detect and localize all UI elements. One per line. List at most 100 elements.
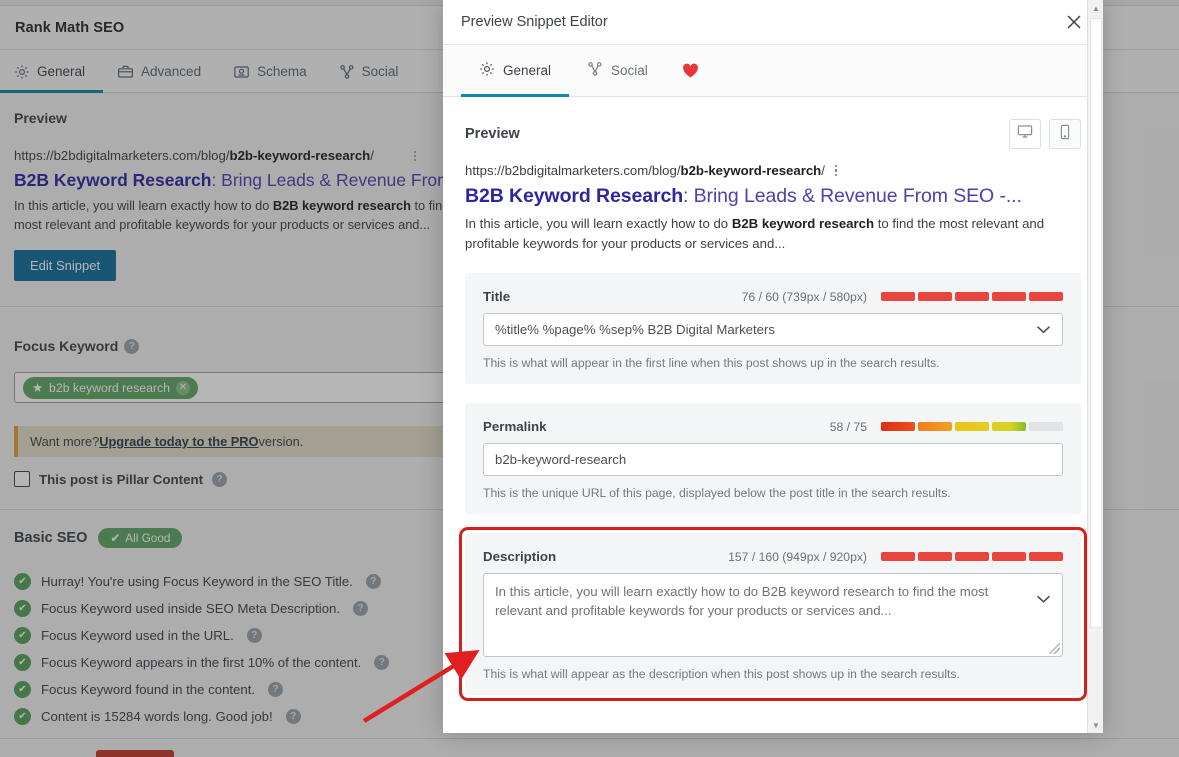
permalink-field-card: Permalink 58 / 75 b2b-keyword-research T…: [465, 403, 1081, 514]
bg-url-prefix: https://b2bdigitalmarketers.com/blog/: [14, 148, 230, 163]
scrollbar-thumb[interactable]: [1090, 18, 1102, 628]
focus-keyword-label-text: Focus Keyword: [14, 338, 119, 354]
pro-notice-suffix: version.: [258, 434, 304, 449]
help-icon[interactable]: ?: [365, 574, 381, 589]
close-icon[interactable]: [1061, 9, 1087, 35]
snippet-url-text: https://b2bdigitalmarketers.com/blog/b2b…: [465, 163, 825, 178]
tab-general[interactable]: General: [461, 45, 570, 97]
bg-desc-part1: In this article, you will learn exactly …: [14, 198, 273, 213]
title-field-meta: 76 / 60 (739px / 580px): [742, 290, 1063, 304]
edit-snippet-button[interactable]: Edit Snippet: [14, 250, 117, 281]
monitor-icon: [1017, 124, 1033, 144]
permalink-field-header: Permalink 58 / 75: [483, 419, 1063, 434]
bg-snippet-title: B2B Keyword Research: Bring Leads & Reve…: [14, 170, 494, 191]
desktop-preview-button[interactable]: [1009, 119, 1041, 149]
modal-scrollbar[interactable]: ▲ ▼: [1087, 0, 1103, 733]
bottom-partial-button[interactable]: [96, 750, 174, 757]
snippet-url-suffix: /: [821, 163, 825, 178]
permalink-char-counter: 58 / 75: [829, 419, 867, 434]
list-item: ✔ Content is 15284 words long. Good job!…: [14, 703, 454, 730]
panel-tab-label: Social: [361, 64, 399, 79]
list-item: ✔ Focus Keyword used in the URL. ?: [14, 622, 454, 649]
tab-social[interactable]: Social: [569, 45, 666, 96]
snippet-title: B2B Keyword Research: Bring Leads & Reve…: [465, 185, 1081, 208]
help-icon[interactable]: ?: [124, 338, 140, 354]
permalink-input[interactable]: b2b-keyword-research: [483, 443, 1063, 476]
heart-icon[interactable]: [666, 45, 715, 96]
modal-tab-bar: General Social: [443, 45, 1103, 97]
title-input[interactable]: %title% %page% %sep% B2B Digital Markete…: [483, 313, 1063, 346]
gear-icon: [479, 61, 495, 80]
title-field-label: Title: [483, 289, 511, 304]
list-item: ✔ Focus Keyword used inside SEO Meta Des…: [14, 595, 454, 622]
description-field-meta: 157 / 160 (949px / 920px): [728, 550, 1063, 564]
check-circle-icon: ✔: [14, 654, 31, 671]
panel-tab-label: General: [37, 64, 86, 79]
bg-kebab-menu-icon[interactable]: [408, 147, 422, 165]
bg-snippet-title-keyword: B2B Keyword Research: [14, 170, 212, 190]
basic-seo-header: Basic SEO ✔ All Good: [14, 528, 183, 548]
description-textarea-value: In this article, you will learn exactly …: [495, 584, 989, 618]
bg-desc-keyword: B2B keyword research: [272, 198, 411, 213]
basic-seo-label: Basic SEO: [14, 530, 88, 546]
check-circle-icon: ✔: [14, 708, 31, 725]
tab-label: General: [503, 63, 552, 78]
list-item-label: Hurray! You're using Focus Keyword in th…: [41, 574, 353, 589]
basic-seo-checklist: ✔ Hurray! You're using Focus Keyword in …: [14, 568, 454, 730]
panel-tab-general[interactable]: General: [0, 51, 104, 93]
list-item-label: Focus Keyword found in the content.: [41, 682, 256, 697]
permalink-input-value: b2b-keyword-research: [495, 452, 627, 467]
help-icon[interactable]: ?: [353, 601, 369, 616]
pro-upgrade-link[interactable]: Upgrade today to the PRO: [99, 434, 258, 449]
bg-url-slug: b2b-keyword-research: [229, 148, 371, 163]
chevron-down-icon[interactable]: [1036, 322, 1051, 337]
schema-icon: [233, 64, 250, 80]
bg-snippet-description: In this article, you will learn exactly …: [14, 196, 484, 234]
title-score-bar: [881, 292, 1063, 301]
list-item: ✔ Focus Keyword found in the content. ?: [14, 676, 454, 703]
mobile-preview-button[interactable]: [1049, 119, 1081, 149]
snippet-url-slug: b2b-keyword-research: [680, 163, 822, 178]
list-item-label: Content is 15284 words long. Good job!: [41, 709, 273, 724]
help-icon[interactable]: ?: [268, 682, 284, 697]
check-circle-icon: ✔: [14, 627, 31, 644]
check-icon: ✔: [110, 531, 121, 545]
pillar-content-checkbox[interactable]: [14, 471, 30, 487]
device-toggle-group: [1009, 119, 1081, 149]
help-icon[interactable]: ?: [212, 471, 228, 487]
panel-tab-advanced[interactable]: Advanced: [103, 51, 219, 92]
help-icon[interactable]: ?: [285, 709, 301, 724]
remove-keyword-icon[interactable]: ✕: [176, 381, 191, 395]
kebab-menu-icon[interactable]: [834, 164, 838, 177]
panel-tab-schema[interactable]: Schema: [219, 51, 325, 92]
help-icon[interactable]: ?: [374, 655, 390, 670]
share-nodes-icon: [587, 61, 603, 80]
panel-tab-social[interactable]: Social: [325, 51, 417, 92]
permalink-field-meta: 58 / 75: [830, 420, 1063, 434]
help-icon[interactable]: ?: [246, 628, 262, 643]
permalink-field-label: Permalink: [483, 419, 547, 434]
check-circle-icon: ✔: [14, 573, 31, 590]
preview-heading: Preview: [465, 126, 520, 142]
share-nodes-icon: [339, 64, 355, 80]
resize-handle-icon[interactable]: [1049, 643, 1060, 654]
description-field-label: Description: [483, 549, 557, 564]
pillar-content-row[interactable]: This post is Pillar Content ?: [14, 471, 228, 487]
title-char-counter: 76 / 60 (739px / 580px): [741, 289, 867, 304]
scroll-up-arrow-icon[interactable]: ▲: [1088, 0, 1103, 16]
snippet-url-prefix: https://b2bdigitalmarketers.com/blog/: [465, 163, 681, 178]
snippet-url: https://b2bdigitalmarketers.com/blog/b2b…: [465, 163, 1081, 178]
divider: [0, 738, 1179, 739]
preview-header-row: Preview: [465, 97, 1081, 163]
scroll-down-arrow-icon[interactable]: ▼: [1088, 717, 1103, 733]
chevron-down-icon[interactable]: [1036, 590, 1051, 609]
bg-snippet-url: https://b2bdigitalmarketers.com/blog/b2b…: [14, 148, 374, 163]
modal-body: Preview https://b2bdigitalmarketers.com/…: [443, 97, 1103, 733]
snippet-title-rest: : Bring Leads & Revenue From SEO -...: [683, 185, 1022, 207]
description-textarea[interactable]: In this article, you will learn exactly …: [483, 573, 1063, 657]
focus-keyword-label: Focus Keyword ?: [14, 338, 140, 354]
modal-title: Preview Snippet Editor: [461, 14, 608, 30]
check-circle-icon: ✔: [14, 600, 31, 617]
focus-keyword-tag[interactable]: ★ b2b keyword research ✕: [23, 377, 199, 399]
bg-url-suffix: /: [370, 148, 374, 163]
